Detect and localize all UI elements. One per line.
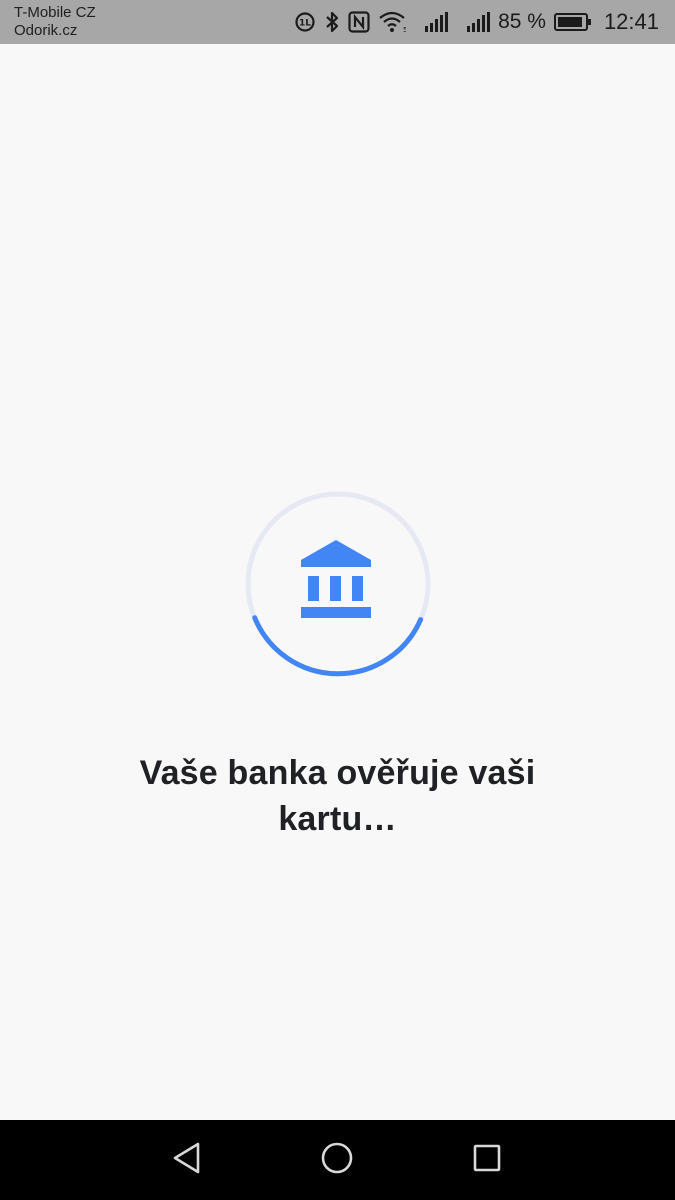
navigation-bar xyxy=(0,1120,675,1200)
home-button[interactable] xyxy=(317,1140,357,1180)
nfc-icon xyxy=(348,11,370,33)
verification-message: Vaše banka ověřuje vaši kartu… xyxy=(139,754,536,838)
battery-icon xyxy=(553,12,592,32)
verification-screen: Vaše banka ověřuje vaši kartu… xyxy=(0,44,675,1120)
svg-text:5: 5 xyxy=(403,26,406,33)
status-bar: T-Mobile CZ Odorik.cz 1L 5 85 % 12:41 xyxy=(0,0,675,44)
bluetooth-icon xyxy=(324,10,340,34)
progress-spinner xyxy=(243,489,433,679)
battery-percent: 85 % xyxy=(498,10,546,33)
carrier-info: T-Mobile CZ Odorik.cz xyxy=(14,4,96,40)
recent-apps-button[interactable] xyxy=(467,1140,507,1180)
data-saver-icon: 1L xyxy=(294,11,316,33)
carrier-secondary: Odorik.cz xyxy=(14,22,78,39)
svg-text:1L: 1L xyxy=(299,19,311,29)
recent-apps-icon xyxy=(472,1143,502,1178)
wifi-icon: 5 xyxy=(378,11,406,33)
clock: 12:41 xyxy=(603,9,659,34)
back-icon xyxy=(171,1141,203,1180)
back-button[interactable] xyxy=(167,1140,207,1180)
signal-icon-2 xyxy=(466,11,491,33)
signal-icon-1 xyxy=(424,11,449,33)
carrier-name: T-Mobile CZ xyxy=(14,4,96,21)
screen: T-Mobile CZ Odorik.cz 1L 5 85 % 12:41 Va… xyxy=(0,0,675,1200)
home-icon xyxy=(320,1141,354,1180)
bank-icon xyxy=(300,540,372,620)
status-icons: 1L 5 85 % 12:41 xyxy=(294,0,659,44)
